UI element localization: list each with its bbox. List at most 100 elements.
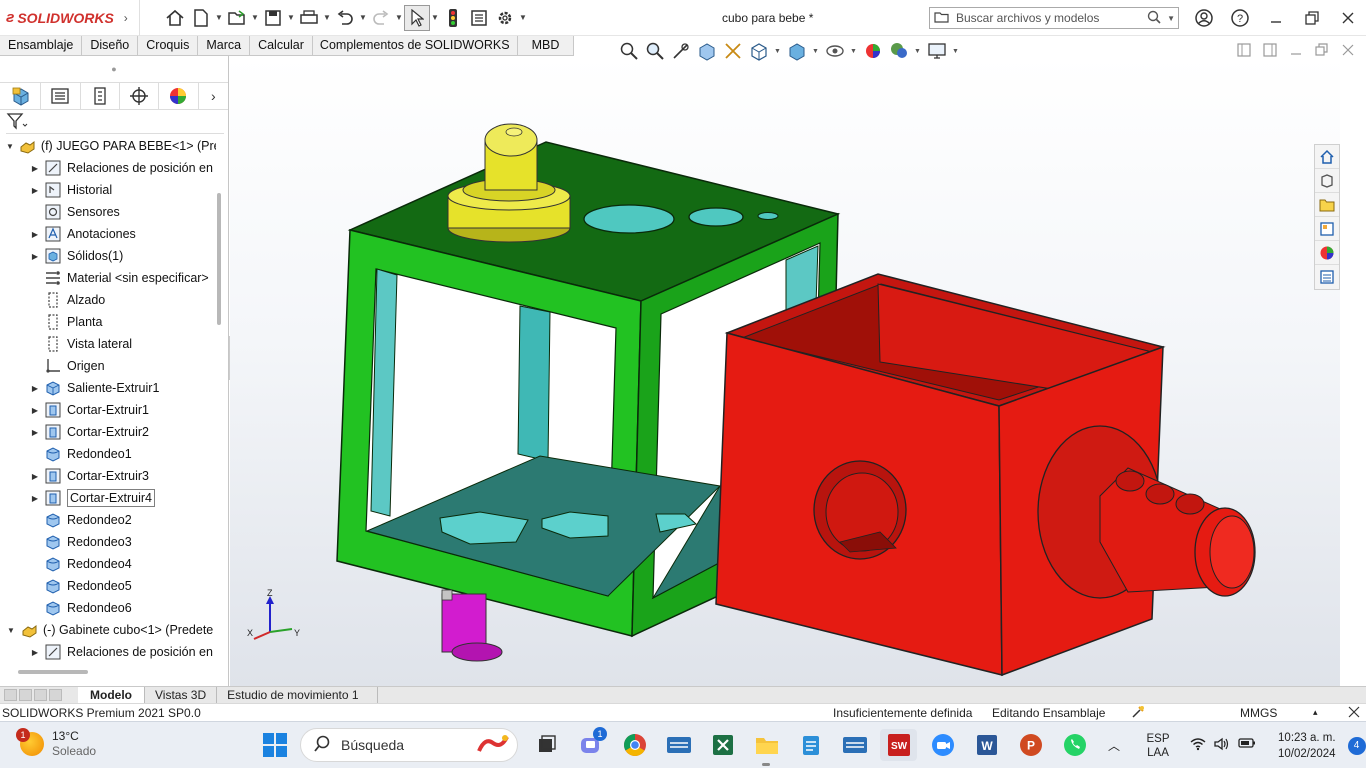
tab-croquis[interactable]: Croquis [138,36,199,56]
units-selector[interactable]: MMGS [1240,706,1277,720]
file-explorer-icon[interactable] [748,729,785,766]
appearances-icon[interactable] [1315,241,1339,265]
prev-tab-icon[interactable] [19,689,32,701]
caret-right-icon[interactable]: ▶ [30,494,40,503]
caret-right-icon[interactable]: ▶ [30,428,40,437]
tree-horizontal-scrollbar[interactable] [18,670,88,674]
zoom-icon[interactable] [924,729,961,761]
task-view-icon[interactable] [528,729,565,761]
undo-icon[interactable] [332,5,358,31]
tree-node[interactable]: ▶ Sólidos(1) [0,245,216,267]
caret-right-icon[interactable]: ▶ [30,164,40,173]
tree-node[interactable]: Sensores [0,201,216,223]
solidworks-taskbar-icon[interactable]: SW [880,729,917,761]
volume-icon[interactable] [1214,737,1230,754]
zoom-to-fit-icon[interactable] [618,40,640,62]
tree-node[interactable]: ▼ (-) Gabinete cubo<1> (Predete [0,619,216,641]
notification-center-badge[interactable]: 4 [1347,736,1366,755]
configurationmanager-tab-icon[interactable] [81,82,120,110]
tab-diseno[interactable]: Diseño [82,36,139,56]
propertymanager-tab-icon[interactable] [41,82,81,110]
select-dropdown-icon[interactable]: ▼ [430,13,440,22]
solidworks-logo[interactable]: ƨ SOLIDWORKS › [0,0,140,36]
chrome-icon[interactable] [616,729,653,761]
tab-mbd[interactable]: MBD [518,36,575,56]
whatsapp-icon[interactable] [1056,729,1093,761]
featuremanager-tab-icon[interactable] [2,82,42,110]
tree-node[interactable]: ▶ Anotaciones [0,223,216,245]
festo-fluidsim-icon[interactable] [660,729,697,761]
tree-node[interactable]: Material <sin especificar> [0,267,216,289]
minimize-icon[interactable] [1258,0,1294,36]
tree-vertical-scrollbar[interactable] [217,193,221,325]
wifi-icon[interactable] [1190,737,1206,754]
display-style-icon[interactable] [786,40,808,62]
view-settings-dropdown-icon[interactable]: ▼ [952,48,960,55]
dimxpert-tab-icon[interactable] [120,82,160,110]
tab-ensamblaje[interactable]: Ensamblaje [0,36,83,56]
restore-icon[interactable] [1294,0,1330,36]
viewport-minimize-icon[interactable] [1288,42,1304,58]
save-dropdown-icon[interactable]: ▼ [286,13,296,22]
open-dropdown-icon[interactable]: ▼ [250,13,260,22]
search-box[interactable]: Buscar archivos y modelos ▼ [929,7,1179,29]
view-orientation-dropdown-icon[interactable]: ▼ [774,48,782,55]
tab-marca[interactable]: Marca [198,36,251,56]
battery-icon[interactable] [1238,737,1256,754]
print-dropdown-icon[interactable]: ▼ [322,13,332,22]
caret-down-icon[interactable]: ▼ [6,142,14,151]
units-dropdown-icon[interactable]: ▴ [1313,707,1318,718]
caret-right-icon[interactable]: ▶ [30,406,40,415]
open-folder-icon[interactable] [224,5,250,31]
red-box-part[interactable] [715,273,1256,677]
viewport-restore-icon[interactable] [1314,42,1330,58]
solidworks-resources-icon[interactable] [1315,145,1339,169]
new-dropdown-icon[interactable]: ▼ [214,13,224,22]
tab-modelo[interactable]: Modelo [78,686,145,704]
tree-node[interactable]: Redondeo2 [0,509,216,531]
tree-node[interactable]: ▶ Cortar-Extruir2 [0,421,216,443]
teams-chat-icon[interactable]: 1 [572,727,609,761]
status-bar-customize-icon[interactable] [1347,705,1361,722]
design-library-icon[interactable] [1315,169,1339,193]
options-gear-icon[interactable] [492,5,518,31]
new-document-icon[interactable] [188,5,214,31]
zoom-to-area-icon[interactable] [644,40,666,62]
caret-right-icon[interactable]: ▶ [30,252,40,261]
viewport-close-icon[interactable] [1340,42,1356,58]
tile-right-icon[interactable] [1262,42,1278,58]
view-orientation-icon[interactable] [748,40,770,62]
save-icon[interactable] [260,5,286,31]
select-cursor-icon[interactable] [404,4,430,31]
tree-node[interactable]: ▶ Cortar-Extruir1 [0,399,216,421]
tree-node[interactable]: ▶ Historial [0,179,216,201]
tree-node[interactable]: Redondeo3 [0,531,216,553]
hide-show-items-icon[interactable] [824,40,846,62]
search-dropdown-icon[interactable]: ▼ [1167,14,1175,23]
weather-widget[interactable]: 1 13°C Soleado [16,728,96,759]
tree-node[interactable]: ▶ Relaciones de posición en [0,641,216,663]
apply-scene-dropdown-icon[interactable]: ▼ [914,48,922,55]
tree-node[interactable]: Redondeo1 [0,443,216,465]
tile-left-icon[interactable] [1236,42,1252,58]
next-tab-icon[interactable] [34,689,47,701]
dynamic-annotation-icon[interactable] [722,40,744,62]
redo-icon[interactable] [368,5,394,31]
edit-appearance-icon[interactable] [862,40,884,62]
display-style-dropdown-icon[interactable]: ▼ [812,48,820,55]
last-tab-icon[interactable] [49,689,62,701]
section-view-icon[interactable] [696,40,718,62]
custom-properties-icon[interactable] [1315,265,1339,289]
caret-right-icon[interactable]: ▶ [30,230,40,239]
tree-node[interactable]: Alzado [0,289,216,311]
tree-node[interactable]: ▶ Saliente-Extruir1 [0,377,216,399]
tree-node[interactable]: Redondeo5 [0,575,216,597]
search-input[interactable]: Buscar archivos y modelos [956,11,1147,25]
tab-calcular[interactable]: Calcular [250,36,313,56]
hide-show-dropdown-icon[interactable]: ▼ [850,48,858,55]
caret-right-icon[interactable]: ▶ [30,472,40,481]
tree-node[interactable]: Redondeo6 [0,597,216,619]
redo-dropdown-icon[interactable]: ▼ [394,13,404,22]
powerpoint-icon[interactable]: P [1012,729,1049,761]
filter-icon[interactable] [6,112,28,133]
